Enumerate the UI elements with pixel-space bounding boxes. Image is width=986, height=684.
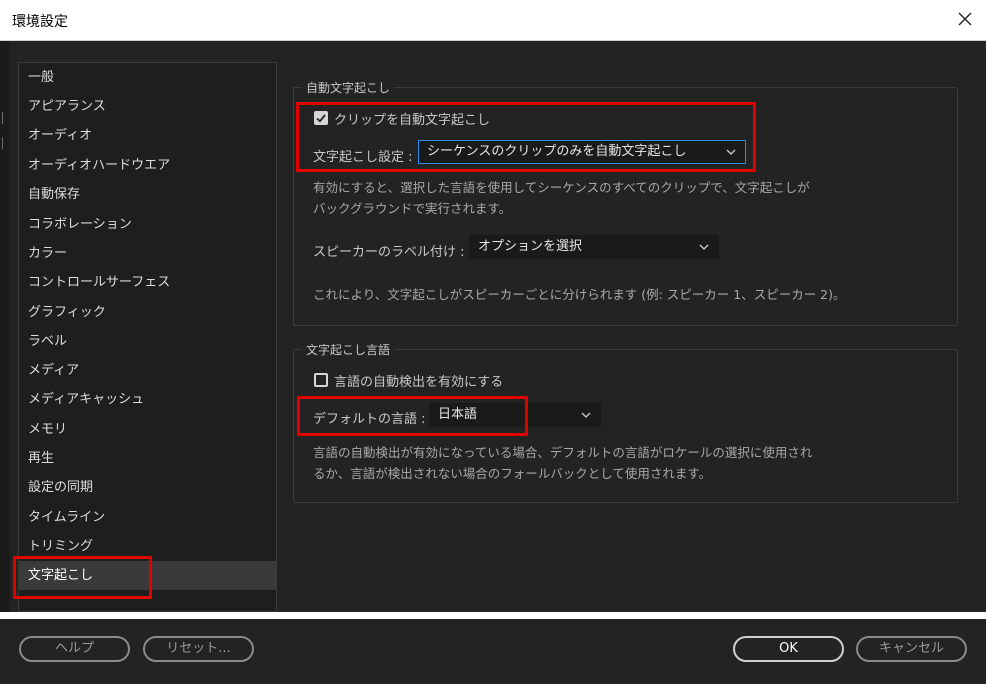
speaker-description: これにより、文字起こしがスピーカーごとに分けられます (例: スピーカー 1、ス… xyxy=(313,287,846,302)
sidebar-item-control-surface[interactable]: コントロールサーフェス xyxy=(19,268,276,297)
edge-tick xyxy=(2,112,3,124)
sidebar-item-playback[interactable]: 再生 xyxy=(19,444,276,473)
sidebar-item-sync-settings[interactable]: 設定の同期 xyxy=(19,473,276,502)
section-title: 文字起こし言語 xyxy=(302,341,395,358)
screenshot-separator xyxy=(0,612,986,619)
default-language-dropdown[interactable]: 日本語 xyxy=(429,403,601,427)
sidebar-item-auto-save[interactable]: 自動保存 xyxy=(19,180,276,209)
checkmark-icon xyxy=(316,114,326,123)
title-bar: 環境設定 xyxy=(0,0,986,41)
transcribe-setting-dropdown[interactable]: シーケンスのクリップのみを自動文字起こし xyxy=(418,140,746,164)
sidebar-item-collaboration[interactable]: コラボレーション xyxy=(19,210,276,239)
transcribe-language-section: 文字起こし言語 言語の自動検出を有効にする デフォルトの言語 : 日本語 言語の… xyxy=(293,341,958,503)
close-icon[interactable] xyxy=(954,8,976,30)
sidebar-item-color[interactable]: カラー xyxy=(19,239,276,268)
left-edge-strip xyxy=(0,41,10,612)
sidebar-item-audio[interactable]: オーディオ xyxy=(19,121,276,150)
sidebar-item-media-cache[interactable]: メディアキャッシュ xyxy=(19,385,276,414)
sidebar-item-graphics[interactable]: グラフィック xyxy=(19,298,276,327)
preferences-body: 一般 アピアランス オーディオ オーディオハードウエア 自動保存 コラボレーショ… xyxy=(0,41,986,612)
cancel-button[interactable]: キャンセル xyxy=(856,636,967,662)
sidebar-item-media[interactable]: メディア xyxy=(19,356,276,385)
chevron-down-icon xyxy=(726,149,736,155)
chevron-down-icon xyxy=(699,244,709,250)
auto-transcribe-description: 有効にすると、選択した言語を使用してシーケンスのすべてのクリップで、文字起こしが… xyxy=(313,177,810,219)
window-title: 環境設定 xyxy=(12,14,68,30)
description-line: るか、言語が検出されない場合のフォールバックとして使用されます。 xyxy=(313,466,712,481)
default-language-value: 日本語 xyxy=(438,407,478,422)
auto-transcribe-section: 自動文字起こし クリップを自動文字起こし 文字起こし設定 : シーケンスのクリッ… xyxy=(293,79,958,326)
sidebar-item-transcription[interactable]: 文字起こし xyxy=(19,561,276,590)
auto-transcribe-label: クリップを自動文字起こし xyxy=(334,113,491,128)
sidebar-item-general[interactable]: 一般 xyxy=(19,63,276,92)
reset-button[interactable]: リセット... xyxy=(143,636,254,662)
speaker-label-value: オプションを選択 xyxy=(478,239,583,254)
auto-detect-language-label: 言語の自動検出を有効にする xyxy=(334,375,504,390)
auto-detect-language-checkbox[interactable] xyxy=(314,373,328,387)
description-line: 有効にすると、選択した言語を使用してシーケンスのすべてのクリップで、文字起こしが xyxy=(313,180,810,195)
section-title: 自動文字起こし xyxy=(302,79,395,96)
sidebar-item-timeline[interactable]: タイムライン xyxy=(19,503,276,532)
sidebar-item-labels[interactable]: ラベル xyxy=(19,327,276,356)
sidebar-item-trim[interactable]: トリミング xyxy=(19,532,276,561)
transcribe-setting-label: 文字起こし設定 : xyxy=(313,150,413,165)
sidebar-item-memory[interactable]: メモリ xyxy=(19,415,276,444)
preferences-sidebar: 一般 アピアランス オーディオ オーディオハードウエア 自動保存 コラボレーショ… xyxy=(18,62,277,612)
help-button[interactable]: ヘルプ xyxy=(19,636,130,662)
sidebar-item-audio-hardware[interactable]: オーディオハードウエア xyxy=(19,151,276,180)
edge-tick xyxy=(2,137,3,149)
dialog-footer: ヘルプ リセット... OK キャンセル xyxy=(0,619,986,684)
speaker-label-dropdown[interactable]: オプションを選択 xyxy=(469,235,719,259)
ok-button[interactable]: OK xyxy=(733,636,844,662)
auto-transcribe-checkbox[interactable] xyxy=(314,111,328,125)
transcribe-setting-value: シーケンスのクリップのみを自動文字起こし xyxy=(427,144,687,159)
speaker-label-caption: スピーカーのラベル付け : xyxy=(313,245,465,260)
description-line: 言語の自動検出が有効になっている場合、デフォルトの言語がロケールの選択に使用され xyxy=(313,445,813,460)
sidebar-item-appearance[interactable]: アピアランス xyxy=(19,92,276,121)
chevron-down-icon xyxy=(581,412,591,418)
default-language-label: デフォルトの言語 : xyxy=(313,412,426,427)
description-line: バックグラウンドで実行されます。 xyxy=(313,201,512,216)
language-description: 言語の自動検出が有効になっている場合、デフォルトの言語がロケールの選択に使用され… xyxy=(313,442,812,484)
